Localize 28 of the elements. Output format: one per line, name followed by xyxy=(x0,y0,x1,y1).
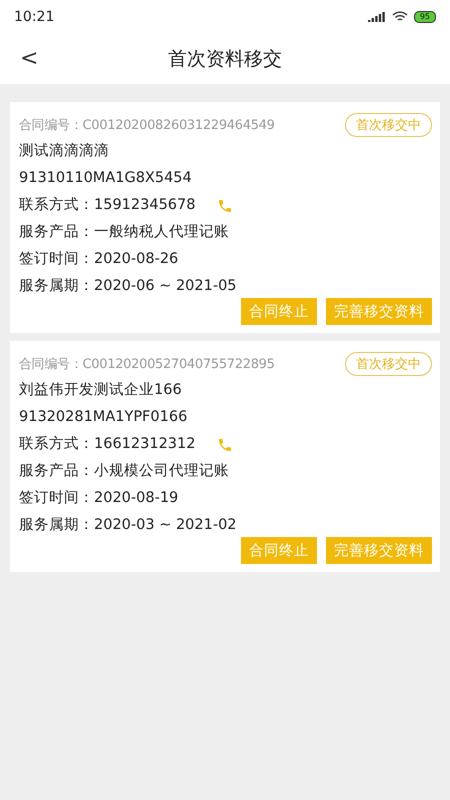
credit-code: 91310110MA1G8X5454 xyxy=(19,169,193,188)
contact-text: 联系方式：16612312312 xyxy=(19,434,196,454)
status-time: 10:21 xyxy=(14,9,54,25)
battery-icon: 95 xyxy=(414,11,436,23)
contract-number: 合同编号：C00120200826031229464549 xyxy=(19,117,275,134)
status-badge: 首次移交中 xyxy=(345,352,432,376)
service-period: 服务属期：2020-06 ~ 2021-05 xyxy=(19,277,238,296)
wifi-icon xyxy=(392,11,408,23)
contact-text: 联系方式：15912345678 xyxy=(19,196,196,215)
terminate-button[interactable]: 合同终止 xyxy=(241,298,317,325)
company-name: 测试滴滴滴滴 xyxy=(19,142,110,161)
status-badge: 首次移交中 xyxy=(345,113,432,137)
company-name: 刘益伟开发测试企业166 xyxy=(19,380,183,400)
complete-button[interactable]: 完善移交资料 xyxy=(326,537,432,564)
contract-number: 合同编号：C00120200527040755722895 xyxy=(19,356,275,373)
signal-icon xyxy=(368,12,386,22)
signed-date: 签订时间：2020-08-26 xyxy=(19,250,180,269)
complete-button[interactable]: 完善移交资料 xyxy=(326,298,432,325)
product-text: 服务产品：小规模公司代理记账 xyxy=(19,462,230,481)
back-button[interactable]: < xyxy=(14,44,44,73)
service-period: 服务属期：2020-03 ~ 2021-02 xyxy=(19,516,238,535)
terminate-button[interactable]: 合同终止 xyxy=(241,537,317,564)
page-title: 首次资料移交 xyxy=(168,47,282,72)
phone-icon[interactable] xyxy=(217,436,234,452)
product-text: 服务产品：一般纳税人代理记账 xyxy=(19,223,230,242)
phone-icon[interactable] xyxy=(217,198,234,214)
credit-code: 91320281MA1YPF0166 xyxy=(19,408,188,427)
signed-date: 签订时间：2020-08-19 xyxy=(19,489,180,508)
